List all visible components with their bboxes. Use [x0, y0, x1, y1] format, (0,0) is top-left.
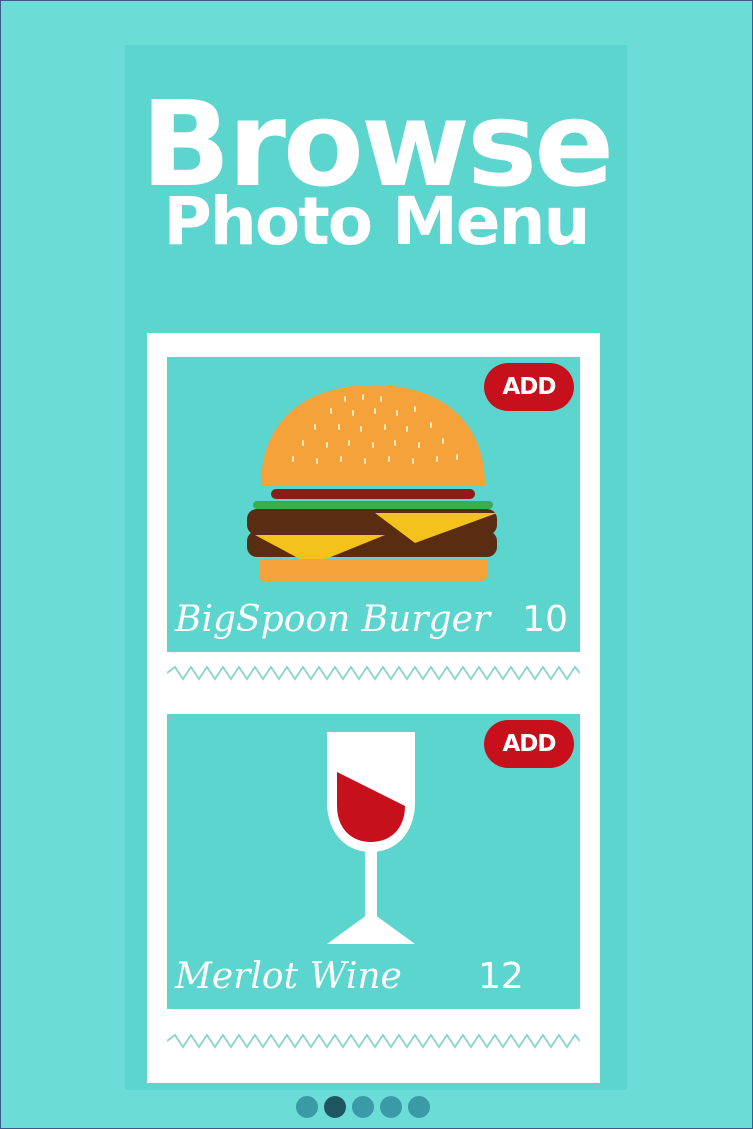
add-button[interactable]: ADD	[484, 363, 574, 411]
page-dot-4[interactable]	[380, 1096, 402, 1118]
menu-card: ADD BigSpoon Burger 10 ADD Merlot Wine 1…	[147, 333, 600, 1083]
item-name: Merlot Wine	[175, 956, 402, 997]
item-price: 12	[478, 956, 524, 997]
page-dot-2[interactable]	[324, 1096, 346, 1118]
wine-glass-icon	[327, 732, 415, 944]
item-name: BigSpoon Burger	[175, 599, 491, 640]
burger-icon	[247, 385, 497, 581]
page-subtitle: Photo Menu	[163, 183, 591, 260]
page-dot-3[interactable]	[352, 1096, 374, 1118]
zigzag-divider	[167, 1033, 580, 1049]
zigzag-divider	[167, 665, 580, 681]
pagination-dots	[296, 1096, 430, 1118]
menu-item-wine[interactable]: ADD Merlot Wine 12	[167, 714, 580, 1009]
item-price: 10	[522, 599, 568, 640]
add-button[interactable]: ADD	[484, 720, 574, 768]
menu-item-burger[interactable]: ADD BigSpoon Burger 10	[167, 357, 580, 652]
page-dot-5[interactable]	[408, 1096, 430, 1118]
page-dot-1[interactable]	[296, 1096, 318, 1118]
